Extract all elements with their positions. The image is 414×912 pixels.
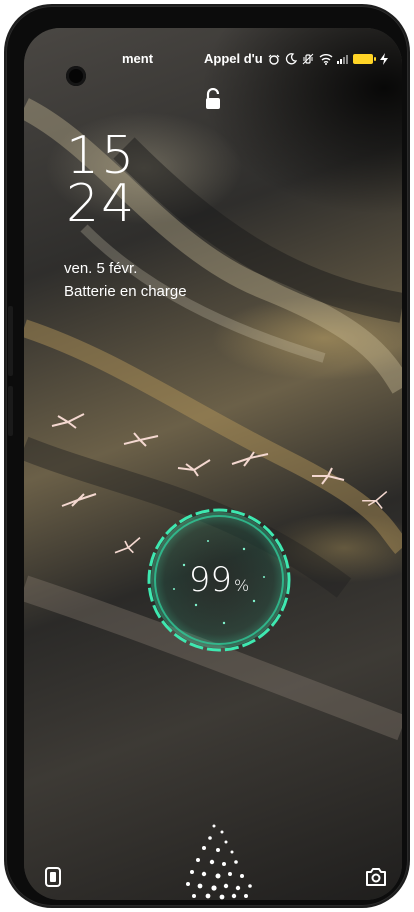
- battery-percent-unit: %: [234, 575, 250, 595]
- flamingo-4: [231, 451, 269, 467]
- wallet-icon[interactable]: [42, 866, 64, 888]
- flamingo-2: [123, 432, 159, 447]
- lock-screen: ment Appel d'u 15 24 ven. 5 févr. Batter…: [24, 28, 402, 900]
- camera-icon[interactable]: [364, 866, 388, 888]
- battery-percentage: 99 %: [144, 505, 294, 655]
- fingerprint-sensor-animation[interactable]: [174, 818, 264, 900]
- flamingo-1: [51, 413, 85, 429]
- charging-ring: 99 %: [144, 505, 294, 655]
- flamingo-3: [177, 459, 211, 477]
- flamingo-5: [312, 467, 345, 485]
- power-button: [8, 386, 13, 436]
- flamingo-7: [61, 493, 97, 507]
- battery-percent-value: 99: [188, 560, 233, 600]
- volume-button: [8, 306, 13, 376]
- flamingo-6: [362, 490, 388, 509]
- flamingo-flock: [24, 28, 402, 900]
- phone-frame: ment Appel d'u 15 24 ven. 5 févr. Batter…: [6, 6, 408, 906]
